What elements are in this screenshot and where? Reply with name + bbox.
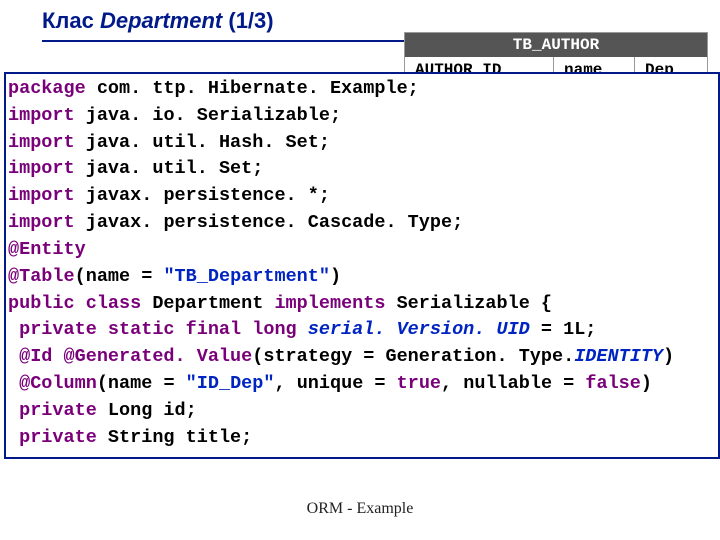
title-word: Department: [100, 8, 222, 33]
slide: Клас Department (1/3) TB_AUTHOR AUTHOR_I…: [0, 0, 720, 540]
footer-text: ORM - Example: [0, 500, 720, 518]
code-block: package com. ttp. Hibernate. Example; im…: [4, 72, 720, 459]
table-author-header: TB_AUTHOR: [405, 33, 707, 57]
title-suffix: (1/3): [222, 8, 273, 33]
title-prefix: Клас: [42, 8, 100, 33]
slide-title: Клас Department (1/3): [0, 0, 720, 36]
